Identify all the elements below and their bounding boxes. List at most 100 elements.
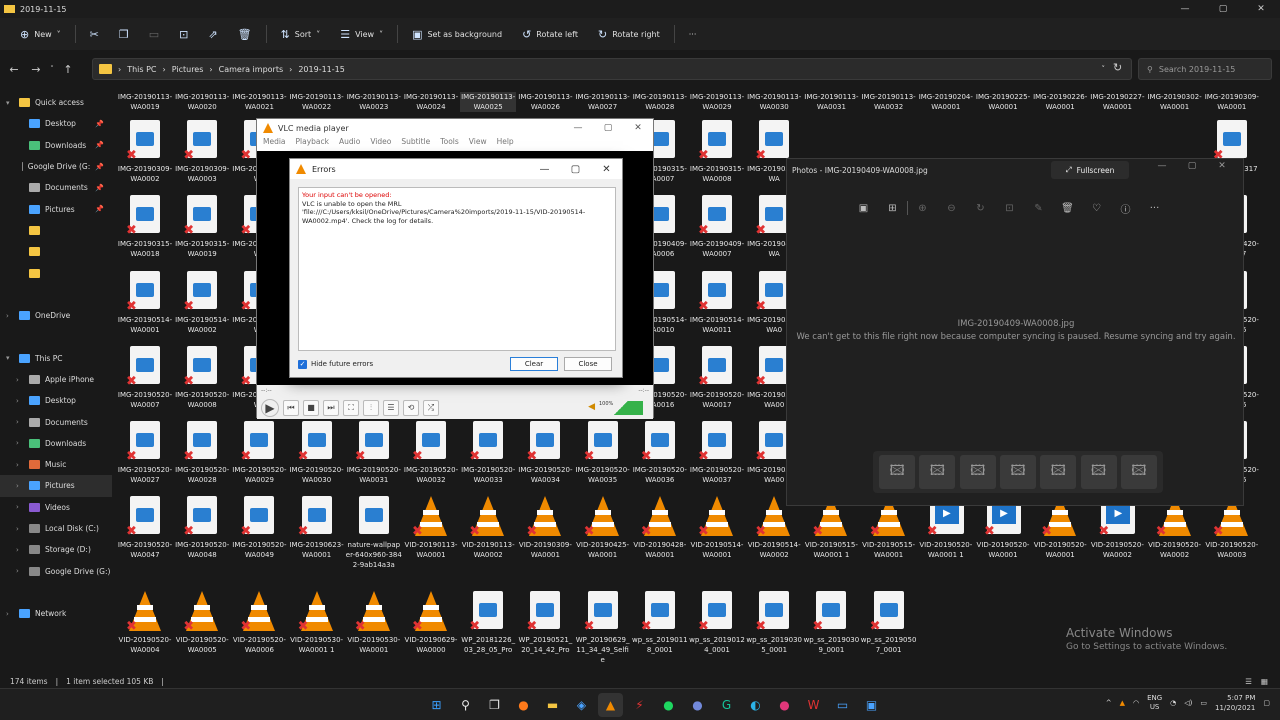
task-view-icon[interactable]: ❐ (482, 693, 507, 717)
maximize-button[interactable]: ▢ (1204, 0, 1242, 18)
vlc-menu-item[interactable]: Media (263, 137, 286, 151)
vlc-menu-item[interactable]: Subtitle (401, 137, 430, 151)
file-item[interactable]: ✖ IMG-20190520-WA0032 (403, 421, 459, 485)
sidebar-item[interactable]: Pictures 📌 (0, 198, 112, 219)
start-icon[interactable]: ⊞ (424, 693, 449, 717)
file-item[interactable]: ✖ IMG-20190520-WA0049 (231, 496, 287, 560)
file-item[interactable]: ✖ IMG-20190514-WA0011 (689, 271, 745, 335)
details-view-icon[interactable]: ☰ (1245, 677, 1252, 686)
sidebar-item[interactable]: › Google Drive (G:) (0, 561, 112, 582)
network-icon[interactable]: ◠ (1133, 699, 1139, 707)
speaker-icon[interactable]: ◀ (588, 402, 595, 412)
file-item[interactable]: ✖ VID-20190428-WA0001 (632, 496, 688, 560)
crop-icon[interactable]: ⊡ (995, 203, 1024, 214)
rotate-right-button[interactable]: ↻ Rotate right (588, 18, 670, 50)
file-item[interactable]: ✖ VID-20190514-WA0001 (689, 496, 745, 560)
minimize-button[interactable]: — (1166, 0, 1204, 18)
chevron-icon[interactable]: › (16, 461, 24, 469)
forward-icon[interactable]: → (25, 63, 47, 76)
breadcrumb-camera-imports[interactable]: Camera imports (219, 65, 284, 74)
fullscreen-button[interactable]: ⤢ Fullscreen (1051, 161, 1129, 179)
sidebar-item[interactable]: Downloads 📌 (0, 135, 112, 156)
chevron-icon[interactable]: ▾ (6, 354, 14, 362)
file-item[interactable]: ✖ IMG-20190520-WA0035 (575, 421, 631, 485)
file-item[interactable]: ✖ wp_ss_20190309_0001 (803, 591, 859, 655)
vlc-maximize-button[interactable]: ▢ (593, 123, 623, 133)
chevron-icon[interactable]: › (16, 418, 24, 426)
chevron-icon[interactable]: › (16, 503, 24, 511)
file-item[interactable]: IMG-20190113-WA0031 (803, 92, 859, 112)
recent-chevron-icon[interactable]: ˅ (47, 65, 57, 73)
file-item[interactable]: IMG-20190113-WA0025 (460, 92, 517, 112)
delete-icon[interactable]: 🗑 (1053, 203, 1082, 214)
chevron-icon[interactable]: › (16, 525, 24, 533)
vlc-tray-icon[interactable]: ▲ (1120, 699, 1125, 707)
broken-image-icon[interactable]: 🖾 (959, 455, 996, 489)
photos-app-icon[interactable]: ▣ (859, 693, 884, 717)
chevron-icon[interactable]: › (16, 482, 24, 490)
file-item[interactable]: ✖ IMG-20190520-WA0030 (289, 421, 345, 485)
sidebar-item[interactable]: › Storage (D:) (0, 539, 112, 560)
discord-icon[interactable]: ● (685, 693, 710, 717)
remote-desktop-icon[interactable]: ▭ (830, 693, 855, 717)
rotate-left-button[interactable]: ↺ Rotate left (512, 18, 588, 50)
vlc-icon[interactable]: ▲ (598, 693, 623, 717)
broken-image-icon[interactable]: 🖾 (999, 455, 1036, 489)
sidebar-item[interactable]: › Downloads (0, 433, 112, 454)
file-item[interactable]: IMG-20190113-WA0023 (346, 92, 402, 112)
vlc-menu-item[interactable]: View (469, 137, 487, 151)
breadcrumb-this-pc[interactable]: This PC (127, 65, 156, 74)
file-item[interactable]: ✖ wp_ss_20190124_0001 (689, 591, 745, 655)
file-item[interactable]: ✖ IMG-20190520-WA0028 (174, 421, 230, 485)
file-item[interactable]: IMG-20190302-WA0001 (1147, 92, 1203, 112)
file-item[interactable]: ✖ IMG-20190520-WA0048 (174, 496, 230, 560)
search-box[interactable]: ⚲ Search 2019-11-15 (1138, 58, 1272, 80)
zoom-in-icon[interactable]: ⊕ (908, 203, 937, 214)
file-item[interactable]: IMG-20190225-WA0001 (975, 92, 1031, 112)
edge-icon[interactable]: ◐ (743, 693, 768, 717)
file-item[interactable]: ✖ wp_ss_20190305_0001 (746, 591, 802, 655)
vlc-menu-item[interactable]: Video (370, 137, 391, 151)
draw-icon[interactable]: ✎ (1024, 203, 1053, 214)
battery-icon[interactable]: ▭ (1200, 699, 1207, 707)
sidebar-item[interactable] (0, 220, 112, 241)
file-item[interactable]: ✖ IMG-20190520-WA0037 (689, 421, 745, 485)
file-item[interactable]: IMG-20190113-WA0021 (231, 92, 287, 112)
chevron-icon[interactable]: › (16, 439, 24, 447)
file-item[interactable]: ✖ IMG-20190520-WA0007 (117, 346, 173, 410)
file-item[interactable]: IMG-20190204-WA0001 (918, 92, 974, 112)
file-item[interactable]: ✖ VID-20190530-WA0001 1 (289, 591, 345, 655)
file-item[interactable]: IMG-20190113-WA0024 (403, 92, 459, 112)
broken-image-icon[interactable]: 🖾 (1120, 455, 1157, 489)
file-item[interactable]: ✖ IMG-20190520-WA0017 (689, 346, 745, 410)
sidebar-item[interactable]: Documents 📌 (0, 177, 112, 198)
share-button[interactable]: ⇗ (198, 18, 227, 50)
vlc-menu-item[interactable]: Help (497, 137, 514, 151)
clear-button[interactable]: Clear (510, 357, 558, 371)
sidebar-item[interactable] (0, 262, 112, 283)
file-item[interactable]: IMG-20190309-WA0001 (1204, 92, 1260, 112)
file-item[interactable]: ✖ WP_20181226_03_28_05_Pro (460, 591, 516, 655)
sidebar-item[interactable]: › Network (0, 603, 112, 624)
vlc-close-button[interactable]: ✕ (623, 123, 653, 133)
file-item[interactable]: IMG-20190113-WA0027 (575, 92, 631, 112)
more-options-icon[interactable]: ··· (1140, 203, 1169, 214)
vlc-menu-item[interactable]: Tools (440, 137, 458, 151)
hide-future-errors-checkbox[interactable]: ✓ (298, 359, 307, 369)
chevron-icon[interactable]: › (16, 567, 24, 575)
errors-log[interactable]: Your input can't be opened: VLC is unabl… (298, 187, 616, 351)
wps-icon[interactable]: W (801, 693, 826, 717)
new-button[interactable]: ⊕ New ˅ (10, 18, 71, 50)
vlc-seekbar[interactable]: --:-- --:-- (257, 385, 653, 397)
file-item[interactable]: ✖ VID-20190309-WA0001 (517, 496, 573, 560)
address-dropdown-icon[interactable]: ˅ (1102, 65, 1106, 73)
sidebar-item[interactable]: › Videos (0, 497, 112, 518)
errors-maximize-button[interactable]: ▢ (560, 164, 591, 175)
previous-icon[interactable]: ⏮ (283, 400, 299, 416)
chevron-icon[interactable]: › (6, 610, 14, 618)
file-item[interactable]: ✖ WP_20190521_20_14_42_Pro (517, 591, 573, 655)
sidebar-item[interactable]: › Documents (0, 411, 112, 432)
file-item[interactable]: ✖ VID-20190520-WA0005 (174, 591, 230, 655)
see-all-photos-icon[interactable]: ▣ (849, 203, 878, 214)
file-item[interactable]: ✖ VID-20190425-WA0001 (575, 496, 631, 560)
